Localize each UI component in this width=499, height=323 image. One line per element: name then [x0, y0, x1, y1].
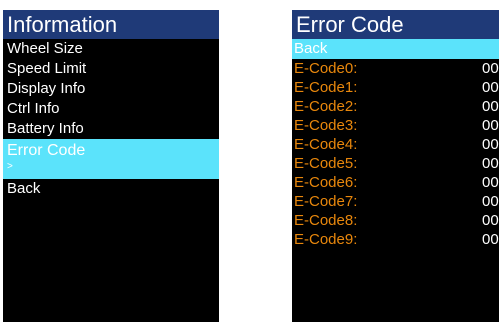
error-code-row: E-Code5: 00	[292, 154, 499, 173]
error-code-label: E-Code5:	[294, 155, 358, 172]
error-code-value: 00	[482, 136, 499, 153]
error-code-screen: Error Code Back E-Code0: 00 E-Code1: 00 E-Co…	[292, 10, 499, 322]
error-code-row: E-Code4: 00	[292, 135, 499, 154]
menu-item-ctrl-info[interactable]: Ctrl Info	[3, 99, 219, 119]
error-code-title: Error Code	[292, 10, 499, 39]
error-code-row: E-Code9: 00	[292, 230, 499, 249]
error-code-value: 00	[482, 98, 499, 115]
error-code-value: 00	[482, 212, 499, 229]
error-code-value: 00	[482, 60, 499, 77]
submenu-arrow-icon: >	[7, 161, 13, 172]
error-code-value: 00	[482, 193, 499, 210]
menu-item-battery-info[interactable]: Battery Info	[3, 119, 219, 139]
error-code-label: E-Code6:	[294, 174, 358, 191]
error-code-row: E-Code2: 00	[292, 97, 499, 116]
error-code-row: E-Code8: 00	[292, 211, 499, 230]
information-title: Information	[3, 10, 219, 39]
menu-item-wheel-size[interactable]: Wheel Size	[3, 39, 219, 59]
error-code-label: E-Code8:	[294, 212, 358, 229]
menu-item-error-code-label: Error Code	[7, 142, 86, 159]
error-code-value: 00	[482, 117, 499, 134]
error-code-label: E-Code2:	[294, 98, 358, 115]
error-code-row: E-Code6: 00	[292, 173, 499, 192]
error-code-value: 00	[482, 174, 499, 191]
error-code-label: E-Code4:	[294, 136, 358, 153]
menu-item-display-info[interactable]: Display Info	[3, 79, 219, 99]
error-code-row: E-Code0: 00	[292, 59, 499, 78]
error-code-value: 00	[482, 79, 499, 96]
error-code-label: E-Code9:	[294, 231, 358, 248]
error-code-label: E-Code0:	[294, 60, 358, 77]
menu-item-error-code[interactable]: Error Code >	[3, 139, 219, 179]
error-code-list: E-Code0: 00 E-Code1: 00 E-Code2: 00 E-Code3: 00…	[292, 59, 499, 249]
back-button[interactable]: Back	[292, 39, 499, 59]
error-code-label: E-Code3:	[294, 117, 358, 134]
menu-item-back[interactable]: Back	[3, 179, 219, 199]
error-code-label: E-Code7:	[294, 193, 358, 210]
error-code-row: E-Code3: 00	[292, 116, 499, 135]
error-code-value: 00	[482, 231, 499, 248]
error-code-label: E-Code1:	[294, 79, 358, 96]
menu-item-speed-limit[interactable]: Speed Limit	[3, 59, 219, 79]
error-code-row: E-Code1: 00	[292, 78, 499, 97]
error-code-value: 00	[482, 155, 499, 172]
information-screen: Information Wheel Size Speed Limit Displ…	[3, 10, 219, 322]
error-code-row: E-Code7: 00	[292, 192, 499, 211]
